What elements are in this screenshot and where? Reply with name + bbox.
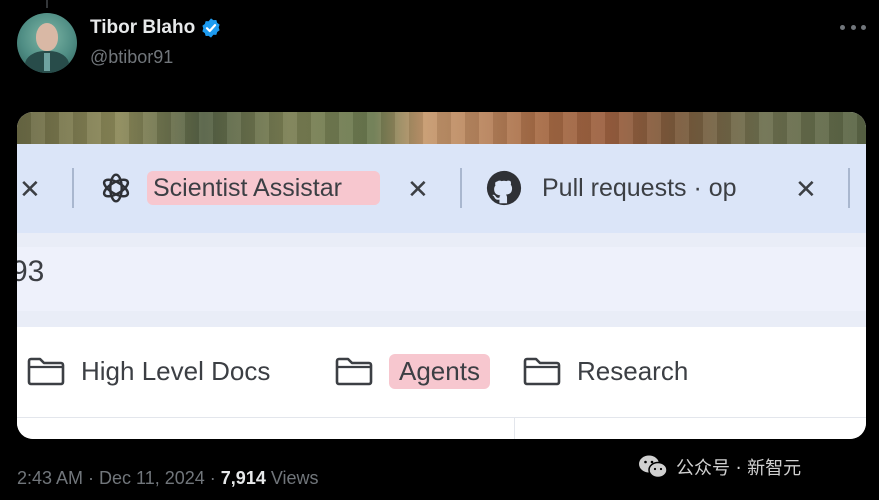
wallpaper-strip [17, 112, 866, 144]
tab-title-scientist-assistant: Scientist Assistar [147, 171, 380, 205]
author-name-row[interactable]: Tibor Blaho [90, 17, 222, 39]
meta-separator: · [204, 468, 221, 488]
browser-tab-bar: ✕ Scientist Assistar ✕ Pull requests · o… [17, 144, 866, 233]
verified-badge-icon[interactable] [200, 17, 222, 39]
bookmark-label: Agents [389, 353, 490, 389]
tab-title-text: Pull requests · op [542, 174, 737, 202]
tab-title-text: Scientist Assistar [153, 174, 342, 202]
more-dot [861, 24, 866, 30]
bookmark-agents: Agents [335, 351, 490, 391]
tab-separator [460, 168, 462, 208]
github-logo-icon [486, 170, 522, 206]
author-name[interactable]: Tibor Blaho [90, 17, 195, 39]
tab-title-fade [350, 171, 380, 205]
bookmark-label: Research [577, 355, 689, 386]
more-dot [850, 24, 856, 30]
post-meta: 2:43 AM · Dec 11, 2024 · 7,914 Views [17, 468, 319, 489]
page-content-edge [17, 417, 866, 439]
wallpaper-texture [17, 112, 866, 144]
views-label: Views [270, 468, 319, 488]
bookmark-research: Research [523, 351, 688, 391]
tab-close-icon: ✕ [795, 174, 817, 204]
more-dot [840, 24, 845, 30]
bookmark-high-level-docs: High Level Docs [27, 351, 270, 391]
pane-divider [514, 418, 515, 439]
folder-icon [523, 357, 561, 386]
post-date[interactable]: Dec 11, 2024 [99, 468, 205, 488]
wechat-icon [639, 455, 668, 479]
post-time[interactable]: 2:43 AM [17, 468, 83, 488]
tab-title-pull-requests: Pull requests · op [542, 171, 782, 205]
avatar-head [36, 23, 58, 51]
folder-icon [27, 357, 65, 386]
views-count: 7,914 [220, 468, 266, 488]
author-handle[interactable]: @btibor91 [90, 47, 173, 68]
tab-separator [848, 168, 850, 208]
watermark: 公众号 · 新智元 [638, 452, 801, 482]
watermark-text: 公众号 · 新智元 [676, 458, 802, 479]
attached-image[interactable]: ✕ Scientist Assistar ✕ Pull requests · o… [17, 112, 866, 439]
more-options-icon[interactable] [840, 17, 866, 37]
address-field [17, 247, 866, 311]
meta-separator: · [83, 468, 100, 488]
thread-line [46, 0, 48, 8]
tab-separator [72, 168, 74, 208]
openai-logo-icon [102, 173, 130, 203]
bookmark-label: High Level Docs [81, 355, 271, 386]
bookmarks-bar: High Level Docs Agents Research [17, 327, 866, 417]
folder-icon [335, 357, 373, 386]
address-text: 93 [17, 255, 45, 288]
address-bar: 93 [17, 233, 866, 327]
avatar[interactable] [17, 13, 77, 73]
avatar-tie [44, 53, 50, 71]
tab-title-fade [742, 171, 782, 205]
tab-close-icon: ✕ [407, 174, 429, 204]
tab-close-icon: ✕ [19, 174, 41, 204]
